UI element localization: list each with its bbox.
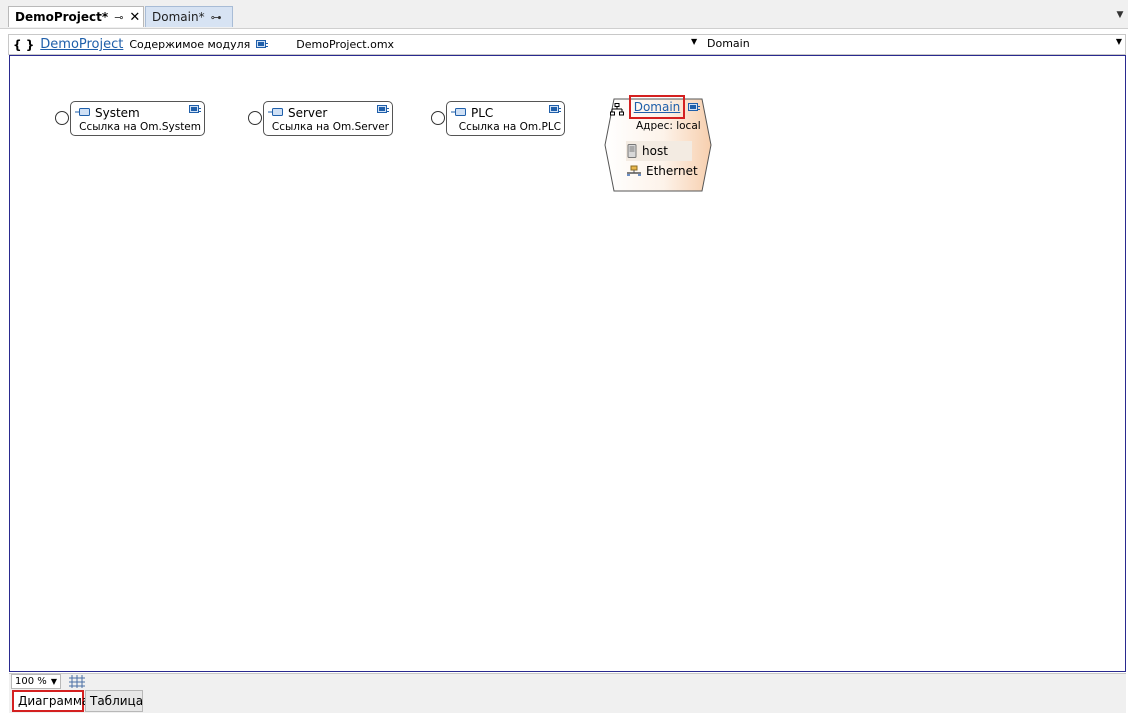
domain-item-label: Ethernet: [646, 164, 698, 178]
file-name: DemoProject.omx: [296, 38, 395, 51]
reference-icon: [377, 105, 389, 113]
object-selector[interactable]: Domain: [707, 37, 750, 50]
domain-title-link[interactable]: Domain: [629, 95, 685, 119]
module-braces-icon: { }: [13, 37, 35, 52]
diagram-canvas[interactable]: [9, 55, 1126, 672]
node-plc[interactable]: PLC Ссылка на Om.PLC: [446, 101, 565, 136]
module-icon: [451, 108, 466, 116]
dropdown-arrow-icon[interactable]: ▼: [691, 37, 697, 46]
module-icon: [268, 108, 283, 116]
node-server[interactable]: Server Ссылка на Om.Server: [263, 101, 393, 136]
tab-domain[interactable]: Domain* ⊶: [145, 6, 233, 27]
node-port[interactable]: [248, 111, 262, 125]
node-title: PLC: [471, 106, 494, 120]
reference-icon: [189, 105, 201, 113]
ethernet-icon: [627, 165, 641, 176]
project-link[interactable]: DemoProject: [40, 37, 123, 52]
zoom-select[interactable]: 100 % ▼: [11, 674, 61, 689]
domain-address: Адрес: local: [636, 120, 701, 132]
node-subtitle: Ссылка на Om.Server: [271, 121, 389, 133]
node-port[interactable]: [55, 111, 69, 125]
network-icon: [610, 103, 624, 116]
zoom-bar: 100 % ▼: [9, 673, 1126, 689]
node-subtitle: Ссылка на Om.PLC: [458, 121, 561, 133]
reference-icon: [688, 103, 700, 111]
module-icon: [75, 108, 90, 116]
module-contents-label: Содержимое модуля: [129, 38, 251, 51]
tab-overflow-icon[interactable]: ▼: [1114, 10, 1126, 20]
node-title: System: [95, 106, 140, 120]
tab-table[interactable]: Таблица: [85, 690, 143, 712]
pin-icon[interactable]: ⊶: [211, 11, 222, 24]
domain-item-label: host: [642, 144, 668, 158]
pin-icon[interactable]: ⊸: [114, 11, 123, 24]
server-icon: [627, 144, 637, 158]
dropdown-arrow-icon[interactable]: ▼: [1116, 37, 1122, 46]
tab-domain-label: Domain*: [152, 10, 205, 24]
view-tabs: Диаграмма Таблица: [9, 689, 1126, 713]
tab-demoproject-label: DemoProject*: [15, 10, 109, 24]
document-tabstrip: DemoProject* ⊸ ✕ Domain* ⊶ ▼: [0, 0, 1128, 29]
module-icon: [256, 39, 269, 48]
reference-icon: [549, 105, 561, 113]
domain-item-host[interactable]: host: [626, 141, 692, 161]
node-title: Server: [288, 106, 328, 120]
grid-icon[interactable]: [69, 675, 85, 688]
tab-demoproject[interactable]: DemoProject* ⊸ ✕: [8, 6, 144, 27]
tab-diagram[interactable]: Диаграмма: [12, 690, 89, 712]
navigation-bar: { } DemoProject Содержимое модуля DemoPr…: [8, 34, 1126, 55]
close-icon[interactable]: ✕: [129, 10, 140, 25]
domain-item-ethernet[interactable]: Ethernet: [626, 164, 698, 178]
zoom-value: 100 %: [15, 676, 47, 687]
node-system[interactable]: System Ссылка на Om.System: [70, 101, 205, 136]
node-port[interactable]: [431, 111, 445, 125]
dropdown-arrow-icon: ▼: [50, 677, 57, 686]
node-subtitle: Ссылка на Om.System: [79, 121, 201, 133]
